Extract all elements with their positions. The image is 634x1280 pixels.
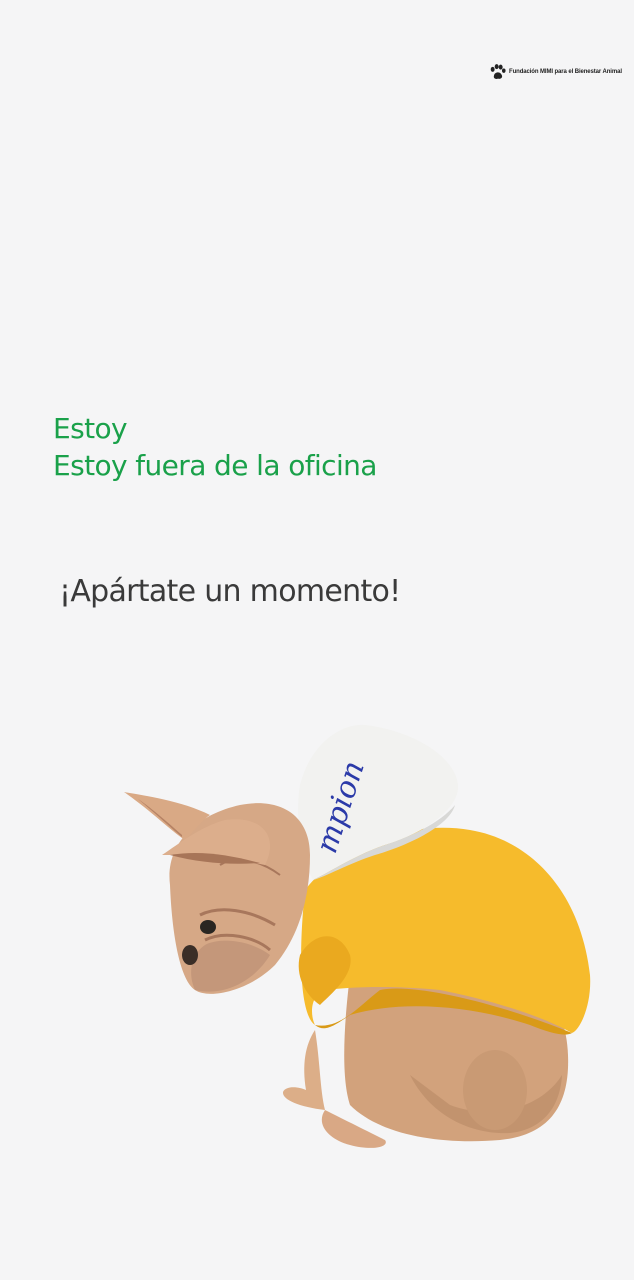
headline-line-2: Estoy fuera de la oficina (53, 449, 377, 482)
subheading: ¡Apártate un momento! (59, 574, 401, 609)
paw-icon (490, 64, 506, 79)
headline: Estoy Estoy fuera de la oficina (53, 410, 377, 484)
brand-name: Fundación MIMI para el Bienestar Animal (509, 69, 622, 75)
brand-logo: Fundación MIMI para el Bienestar Animal (489, 64, 622, 80)
headline-line-1: Estoy (53, 412, 128, 445)
dog-photo: mpion (124, 724, 591, 1148)
